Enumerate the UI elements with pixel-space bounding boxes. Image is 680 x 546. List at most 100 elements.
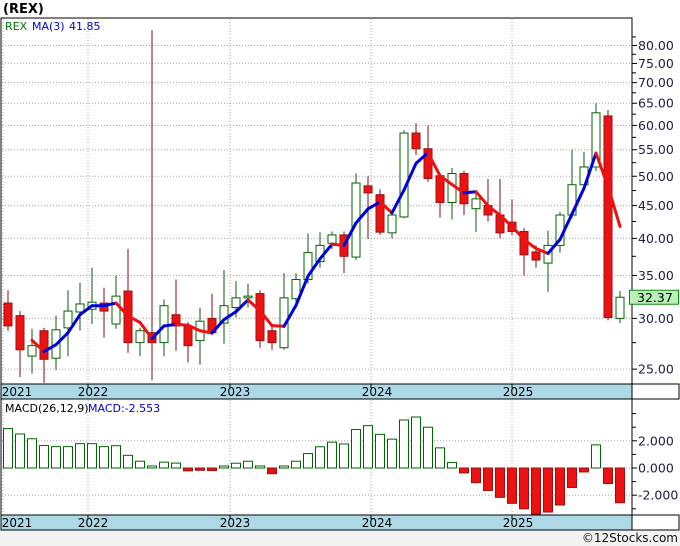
macd-bar	[351, 429, 361, 469]
macd-bar	[291, 460, 301, 469]
axis-corner-box-top	[631, 383, 680, 400]
year-label-top: 2022	[78, 385, 109, 399]
candle-body	[327, 234, 337, 244]
price-axis-label: 35.00	[638, 268, 674, 283]
year-label-top: 2025	[503, 385, 534, 399]
footer-credit: ©12Stocks.com	[582, 531, 678, 545]
price-axis-label: 80.00	[638, 38, 674, 53]
current-price-label: 32.37	[637, 290, 673, 305]
candle-body	[267, 330, 277, 344]
candle-body	[15, 315, 25, 351]
macd-bar	[363, 425, 373, 469]
macd-bar	[171, 462, 181, 469]
page-title: (REX)	[3, 2, 44, 17]
candle-body	[111, 295, 121, 325]
macd-bar	[543, 467, 553, 513]
macd-bar	[207, 467, 217, 472]
macd-panel-value: MACD:-2.553	[88, 402, 160, 415]
macd-bar	[135, 460, 145, 469]
macd-bar	[231, 462, 241, 469]
chart-window: 2021 2021 2022 2022 2023 2023 2024 2024 2025 2025…	[0, 0, 680, 546]
candle-body	[615, 296, 625, 319]
macd-bar	[183, 467, 193, 472]
macd-bar	[195, 467, 205, 471]
candle-body	[231, 297, 241, 308]
macd-bar	[555, 467, 565, 506]
price-axis-label: 75.00	[638, 56, 674, 71]
price-axis-label: 70.00	[638, 75, 674, 90]
candle-body	[183, 325, 193, 347]
candle-body	[603, 115, 613, 318]
macd-bar	[39, 445, 49, 469]
price-axis-label: 40.00	[638, 231, 674, 246]
macd-bar	[399, 419, 409, 469]
macd-bar	[255, 465, 265, 469]
macd-bar	[435, 447, 445, 469]
candle-body	[411, 132, 421, 150]
macd-bar	[339, 443, 349, 469]
macd-bar	[567, 467, 577, 489]
macd-bar	[483, 467, 493, 491]
year-label-top: 2024	[362, 385, 393, 399]
macd-bar	[279, 465, 289, 469]
macd-bar	[99, 446, 109, 469]
candle-body	[435, 175, 445, 204]
macd-bar	[519, 467, 529, 510]
candle-body	[387, 214, 397, 234]
macd-bar	[123, 454, 133, 469]
macd-bar	[459, 467, 469, 474]
axis-corner-box-bottom	[631, 514, 680, 531]
macd-bar	[471, 467, 481, 484]
price-axis-label: 45.00	[638, 198, 674, 213]
macd-bar	[507, 467, 517, 504]
candle-body	[27, 345, 37, 357]
candle-body	[3, 302, 13, 327]
macd-bar	[531, 467, 541, 515]
price-axis-label: 60.00	[638, 118, 674, 133]
ma-line-segment	[330, 242, 346, 247]
macd-bar	[147, 465, 157, 469]
price-axis-label: 65.00	[638, 96, 674, 111]
macd-bar	[495, 467, 505, 498]
macd-axis-label: 2.000	[638, 433, 674, 448]
price-axis-label: 55.00	[638, 142, 674, 157]
macd-bar	[603, 467, 613, 485]
legend-symbol: REX	[5, 20, 28, 33]
macd-bar	[447, 462, 457, 469]
macd-bar	[591, 444, 601, 469]
macd-bar	[303, 453, 313, 469]
price-axis-label: 30.00	[638, 311, 674, 326]
candle-body	[39, 330, 49, 360]
year-label-top: 2023	[220, 385, 251, 399]
macd-bar	[327, 441, 337, 469]
macd-bar	[159, 461, 169, 469]
macd-bar	[219, 465, 229, 469]
macd-bar	[15, 433, 25, 469]
year-label-bottom: 2024	[362, 516, 393, 530]
macd-bar	[615, 467, 625, 504]
year-label-bottom: 2023	[220, 516, 251, 530]
ma-line-segment	[174, 322, 190, 327]
macd-bar	[387, 438, 397, 469]
macd-bar	[27, 438, 37, 469]
candle-body	[363, 185, 373, 194]
candle-body	[63, 310, 73, 329]
macd-bar	[75, 443, 85, 469]
ma-line-segment	[270, 324, 286, 328]
year-label-top: 2021	[2, 385, 33, 399]
macd-bar	[579, 467, 589, 473]
generated-chart-layers: 2021 2021 2022 2022 2023 2023 2024 2024 2025 2025…	[0, 0, 680, 546]
macd-bar	[63, 446, 73, 469]
stock-chart-svg: 2021 2021 2022 2022 2023 2023 2024 2024 2025 2025…	[0, 0, 680, 546]
macd-panel-label: MACD(26,12,9)	[5, 402, 89, 415]
macd-bar	[51, 446, 61, 469]
candle-body	[531, 251, 541, 261]
year-label-bottom: 2021	[2, 516, 33, 530]
legend-ma-value: 41.85	[69, 20, 101, 33]
candle-body	[135, 330, 145, 344]
candle-body	[375, 194, 385, 233]
macd-axis-label: -2.000	[638, 488, 678, 503]
macd-bar	[3, 428, 13, 469]
year-label-bottom: 2022	[78, 516, 109, 530]
ma-line-segment	[162, 322, 178, 328]
